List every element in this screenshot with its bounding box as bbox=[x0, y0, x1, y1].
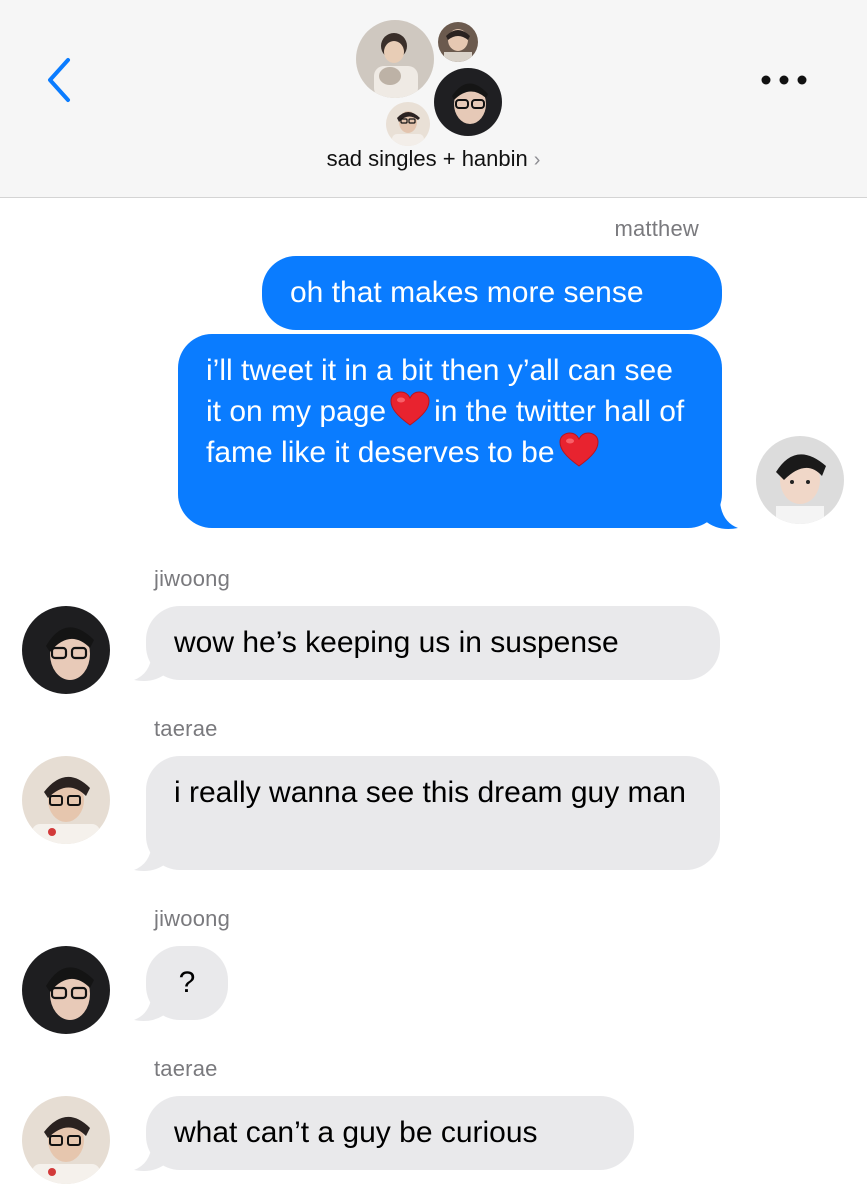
back-button[interactable] bbox=[40, 56, 80, 104]
bubble-tail bbox=[704, 502, 738, 529]
group-member-avatar bbox=[438, 22, 478, 62]
message-text: ? bbox=[178, 966, 196, 999]
message-bubble-incoming[interactable]: wow he’s keeping us in suspense bbox=[146, 606, 720, 680]
message-bubble-outgoing[interactable]: oh that makes more sense bbox=[262, 256, 722, 330]
chevron-left-icon bbox=[48, 58, 70, 102]
message-bubble-outgoing[interactable]: i’ll tweet it in a bit then y’all can se… bbox=[178, 334, 722, 528]
message-text: wow he’s keeping us in suspense bbox=[174, 626, 619, 659]
bubble-tail bbox=[134, 654, 168, 681]
message-text: oh that makes more sense bbox=[290, 276, 644, 309]
group-member-avatar bbox=[356, 20, 434, 98]
group-avatar-cluster[interactable] bbox=[352, 18, 512, 150]
avatar-matthew[interactable] bbox=[756, 436, 844, 524]
bubble-tail bbox=[134, 1144, 168, 1171]
bubble-tail bbox=[134, 994, 168, 1021]
group-name: sad singles + hanbin bbox=[326, 146, 528, 171]
sender-name: taerae bbox=[154, 716, 218, 741]
avatar-taerae[interactable] bbox=[22, 1096, 110, 1184]
bubble-tail bbox=[134, 844, 168, 871]
red-heart-emoji bbox=[390, 391, 430, 426]
conversation-title[interactable]: sad singles + hanbin › bbox=[0, 146, 867, 172]
message-bubble-incoming[interactable]: i really wanna see this dream guy man bbox=[146, 756, 720, 870]
avatar-taerae[interactable] bbox=[22, 756, 110, 844]
sender-name: jiwoong bbox=[154, 906, 231, 931]
sender-name: jiwoong bbox=[154, 566, 231, 591]
chevron-right-icon: › bbox=[533, 149, 541, 171]
group-member-avatar bbox=[386, 102, 430, 146]
group-member-avatar bbox=[434, 68, 502, 136]
more-options-button[interactable] bbox=[756, 64, 812, 96]
sender-name: matthew bbox=[614, 216, 699, 241]
message-text: i really wanna see this dream guy man bbox=[174, 776, 686, 809]
message-bubble-incoming[interactable]: what can’t a guy be curious bbox=[146, 1096, 634, 1170]
avatar-jiwoong[interactable] bbox=[22, 946, 110, 1034]
conversation-header: sad singles + hanbin › bbox=[0, 0, 867, 198]
message-text: what can’t a guy be curious bbox=[174, 1116, 538, 1149]
avatar-jiwoong[interactable] bbox=[22, 606, 110, 694]
red-heart-emoji bbox=[559, 432, 599, 467]
ellipsis-icon bbox=[761, 75, 807, 85]
sender-name: taerae bbox=[154, 1056, 218, 1081]
